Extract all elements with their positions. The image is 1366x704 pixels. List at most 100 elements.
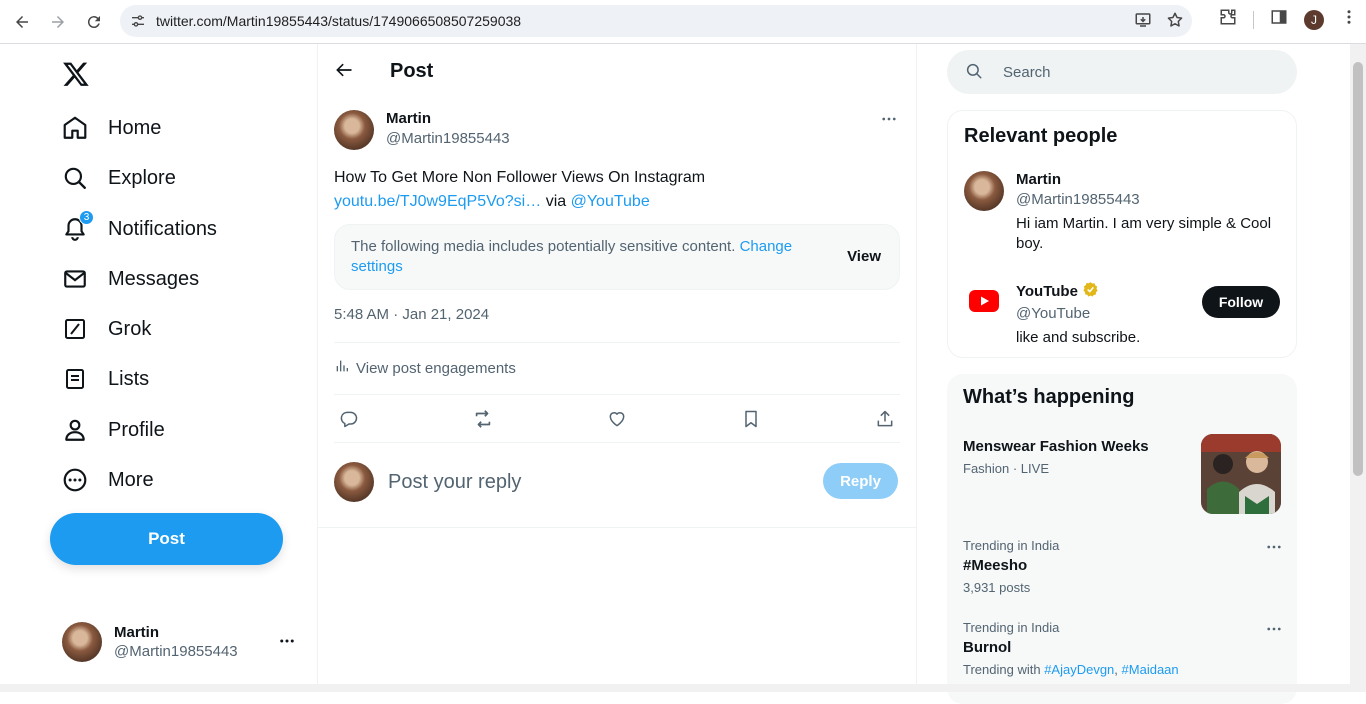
divider (334, 342, 900, 343)
person-item[interactable]: Martin @Martin19855443 Hi iam Martin. I … (964, 171, 1284, 254)
share-icon[interactable] (874, 408, 896, 430)
sensitive-content-warning: The following media includes potentially… (334, 224, 900, 290)
reply-icon[interactable] (338, 408, 360, 430)
account-name: Martin (114, 624, 159, 641)
relevant-people-card: Relevant people Martin @Martin19855443 H… (947, 110, 1297, 358)
post-actions (338, 408, 896, 430)
back-arrow-icon[interactable] (4, 4, 40, 40)
trend-item[interactable]: Trending in India Burnol Trending with #… (963, 620, 1283, 677)
nav-label: Lists (108, 367, 150, 390)
avatar[interactable] (334, 110, 374, 150)
hashtag-link[interactable]: #AjayDevgn (1044, 662, 1114, 677)
trend-subtitle: Trending with (963, 662, 1041, 677)
trend-thumbnail[interactable] (1201, 434, 1281, 514)
trend-title: Burnol (963, 639, 1012, 656)
post-detail: Post Martin @Martin19855443 How To Get M… (318, 44, 917, 528)
author-handle[interactable]: @Martin19855443 (386, 130, 510, 147)
column-divider (916, 44, 917, 692)
analytics-icon (334, 358, 350, 378)
back-arrow-icon[interactable] (334, 60, 356, 82)
view-button[interactable]: View (847, 248, 881, 265)
nav-notifications[interactable]: 3 Notifications (60, 209, 217, 249)
forward-arrow-icon[interactable] (40, 4, 76, 40)
post-link[interactable]: youtu.be/TJ0w9EqP5Vo?si… (334, 193, 541, 210)
nav-explore[interactable]: Explore (60, 158, 176, 198)
post-timestamp[interactable]: 5:48 AM · Jan 21, 2024 (334, 306, 489, 323)
nav-grok[interactable]: Grok (60, 309, 151, 349)
install-app-icon[interactable] (1134, 11, 1152, 34)
trend-post-count: 3,931 posts (963, 580, 1031, 595)
extensions-icon[interactable] (1219, 8, 1237, 31)
nav-lists[interactable]: Lists (60, 359, 149, 399)
x-logo-icon[interactable] (62, 60, 90, 88)
reload-icon[interactable] (76, 4, 112, 40)
search-input[interactable]: Search (947, 50, 1297, 94)
bookmark-star-icon[interactable] (1166, 11, 1184, 34)
mention-link[interactable]: @YouTube (571, 193, 650, 210)
section-title: Relevant people (964, 125, 1118, 147)
more-horizontal-icon[interactable] (880, 110, 898, 133)
side-panel-icon[interactable] (1270, 8, 1288, 31)
person-handle: @Martin19855443 (1016, 191, 1140, 208)
nav-label: Explore (108, 166, 176, 189)
compose-post-button[interactable]: Post (50, 513, 283, 565)
post-author[interactable]: Martin @Martin19855443 (334, 110, 510, 150)
bookmark-icon[interactable] (740, 408, 762, 430)
nav-label: Home (108, 116, 162, 139)
search-placeholder: Search (1003, 63, 1051, 81)
nav-label: Messages (108, 267, 200, 290)
trend-title: #Meesho (963, 557, 1028, 574)
nav-home[interactable]: Home (60, 108, 161, 148)
grok-icon (60, 314, 90, 344)
url-text: twitter.com/Martin19855443/status/174906… (156, 13, 522, 29)
nav-label: More (108, 468, 154, 491)
trend-meta: Trending in India (963, 620, 1060, 635)
horizontal-scrollbar[interactable] (0, 684, 1350, 692)
view-engagements-link[interactable]: View post engagements (334, 358, 516, 378)
person-name[interactable]: YouTube (1016, 283, 1078, 300)
nav-profile[interactable]: Profile (60, 410, 165, 450)
account-handle: @Martin19855443 (114, 643, 238, 660)
repost-icon[interactable] (472, 408, 494, 430)
notification-count-badge: 3 (79, 210, 94, 225)
more-horizontal-icon[interactable] (1265, 538, 1283, 561)
section-title: What’s happening (963, 386, 1135, 408)
via-text: via (545, 193, 567, 210)
person-name[interactable]: Martin (1016, 171, 1276, 188)
sensitive-text: The following media includes potentially… (351, 238, 736, 255)
avatar (334, 462, 374, 502)
engagements-label: View post engagements (356, 359, 516, 377)
page-title: Post (390, 60, 434, 82)
like-heart-icon[interactable] (606, 408, 628, 430)
nav-messages[interactable]: Messages (60, 259, 199, 299)
search-icon (60, 163, 90, 193)
author-name[interactable]: Martin (386, 110, 510, 127)
youtube-logo-icon[interactable] (964, 281, 1004, 321)
avatar[interactable] (964, 171, 1004, 211)
separator: , (1114, 662, 1118, 677)
nav-label: Grok (108, 317, 152, 340)
nav-more[interactable]: More (60, 460, 154, 500)
reply-button[interactable]: Reply (823, 463, 898, 499)
scrollbar-thumb[interactable] (1353, 62, 1363, 476)
search-icon (965, 62, 985, 82)
trend-item[interactable]: Trending in India #Meesho 3,931 posts (963, 538, 1283, 595)
browser-toolbar: twitter.com/Martin19855443/status/174906… (0, 0, 1366, 44)
divider (1253, 10, 1254, 29)
post-body: How To Get More Non Follower Views On In… (334, 169, 706, 186)
browser-menu-icon[interactable] (1340, 8, 1358, 31)
more-horizontal-icon[interactable] (278, 632, 296, 655)
verified-badge-icon (1082, 281, 1099, 302)
follow-button[interactable]: Follow (1202, 286, 1280, 318)
mail-icon (60, 264, 90, 294)
vertical-scrollbar[interactable] (1350, 44, 1366, 692)
reply-input[interactable]: Post your reply (388, 471, 521, 494)
browser-profile-avatar[interactable]: J (1304, 9, 1324, 30)
nav-label: Profile (108, 418, 165, 441)
site-settings-icon[interactable] (120, 13, 156, 29)
hashtag-link[interactable]: #Maidaan (1122, 662, 1179, 677)
account-switcher[interactable]: Martin @Martin19855443 (62, 620, 302, 664)
address-bar[interactable]: twitter.com/Martin19855443/status/174906… (120, 5, 1192, 37)
more-horizontal-icon[interactable] (1265, 620, 1283, 643)
more-circle-icon (60, 465, 90, 495)
